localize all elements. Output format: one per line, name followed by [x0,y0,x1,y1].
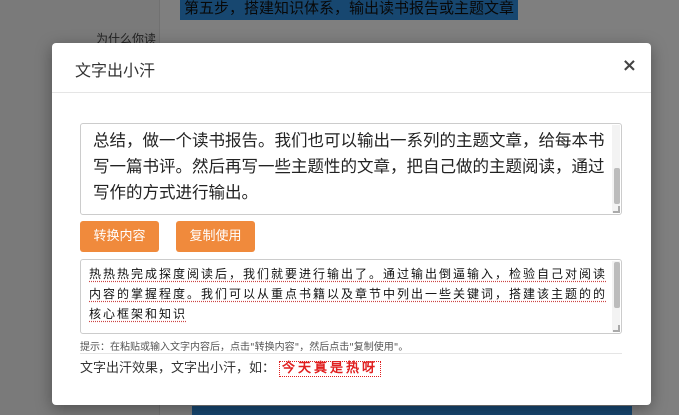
output-resize-handle-icon[interactable] [613,325,620,332]
close-icon[interactable]: × [622,55,637,77]
converted-text: 热热热完成探度阅读后，我们就要进行输出了。通过输出倒逼输入，检验自己对阅读内容的… [89,267,608,321]
divider [80,353,622,354]
converted-text-output[interactable]: 热热热完成探度阅读后，我们就要进行输出了。通过输出倒逼输入，检验自己对阅读内容的… [80,259,622,334]
effect-description: 文字出汗效果，文字出小汗，如： 今天真是热呀 [80,357,382,377]
convert-button[interactable]: 转换内容 [80,221,159,252]
input-resize-handle-icon[interactable] [613,206,620,213]
output-scrollbar-thumb[interactable] [614,262,620,308]
text-sweat-dialog: 文字出小汗 × 总结，做一个读书报告。我们也可以输出一系列的主题文章，给每本书写… [52,43,651,405]
effect-sample: 今天真是热呀 [279,361,382,377]
usage-hint: 提示：在粘贴或输入文字内容后，点击"转换内容"，然后点击"复制使用"。 [80,342,409,353]
copy-button[interactable]: 复制使用 [176,221,255,252]
input-scrollbar-thumb[interactable] [614,168,620,204]
modal-title: 文字出小汗 [75,61,156,80]
modal-header: 文字出小汗 × [52,43,651,93]
source-text: 总结，做一个读书报告。我们也可以输出一系列的主题文章，给每本书写一篇书评。然后再… [93,131,605,202]
effect-label: 文字出汗效果，文字出小汗，如： [80,361,276,376]
source-text-input[interactable]: 总结，做一个读书报告。我们也可以输出一系列的主题文章，给每本书写一篇书评。然后再… [80,123,622,215]
